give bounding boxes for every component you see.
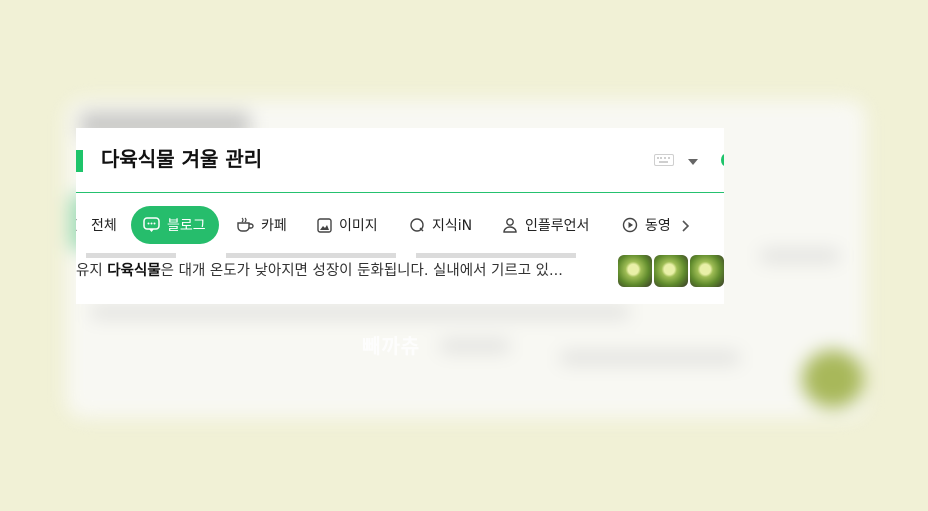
tab-label: 이미지 (339, 218, 378, 234)
tab-image[interactable]: 이미지 (317, 206, 378, 244)
blog-icon (143, 217, 160, 232)
thumbnail-image[interactable] (690, 255, 724, 287)
keyboard-icon[interactable] (654, 154, 674, 166)
tab-knowledge[interactable]: 지식iN (409, 206, 472, 244)
result-thumbnails[interactable] (618, 255, 724, 287)
search-query[interactable]: 다육식물 겨울 관리 (101, 145, 262, 173)
tab-influencer[interactable]: 인플루언서 (502, 206, 589, 244)
tab-label: 동영 (645, 218, 671, 234)
tab-label: 전체 (91, 218, 117, 234)
tab-label: 카페 (261, 218, 287, 234)
search-accent-bar (76, 150, 83, 172)
faded-text-line (76, 246, 596, 258)
tab-label: 지식iN (432, 218, 473, 234)
watermark-text: 빼까츄 (362, 334, 421, 358)
result-snippet[interactable]: 유지 다육식물은 대개 온도가 낮아지면 성장이 둔화됩니다. 실내에서 기르고… (76, 260, 606, 282)
search-icon (76, 219, 77, 231)
thumbnail-image[interactable] (618, 255, 652, 287)
knowledge-icon (410, 218, 424, 232)
search-card: 다육식물 겨울 관리 전체 블로그 카페 이미지 지식iN 인플루언서 동영 유… (76, 128, 724, 304)
person-icon (503, 218, 517, 233)
thumbnail-image[interactable] (654, 255, 688, 287)
tab-cafe[interactable]: 카페 (236, 206, 287, 244)
chevron-right-icon[interactable] (680, 220, 690, 232)
tab-video[interactable]: 동영 (622, 206, 671, 244)
image-icon (317, 217, 332, 233)
snippet-suffix: 은 대개 온도가 낮아지면 성장이 둔화됩니다. 실내에서 기르고 있... (160, 263, 563, 279)
tab-label: 블로그 (167, 218, 206, 234)
search-button-edge[interactable] (721, 154, 724, 166)
chevron-down-icon[interactable] (688, 159, 698, 165)
tab-all[interactable]: 전체 (76, 206, 117, 244)
tab-blog[interactable]: 블로그 (131, 206, 219, 244)
search-tabs: 전체 블로그 카페 이미지 지식iN 인플루언서 동영 (76, 206, 724, 244)
snippet-keyword: 다육식물 (107, 263, 161, 279)
snippet-prefix: 유지 (76, 263, 108, 279)
search-bar[interactable]: 다육식물 겨울 관리 (76, 128, 724, 193)
tab-label: 인플루언서 (525, 218, 590, 234)
play-icon (622, 217, 638, 233)
cafe-icon (237, 217, 254, 232)
